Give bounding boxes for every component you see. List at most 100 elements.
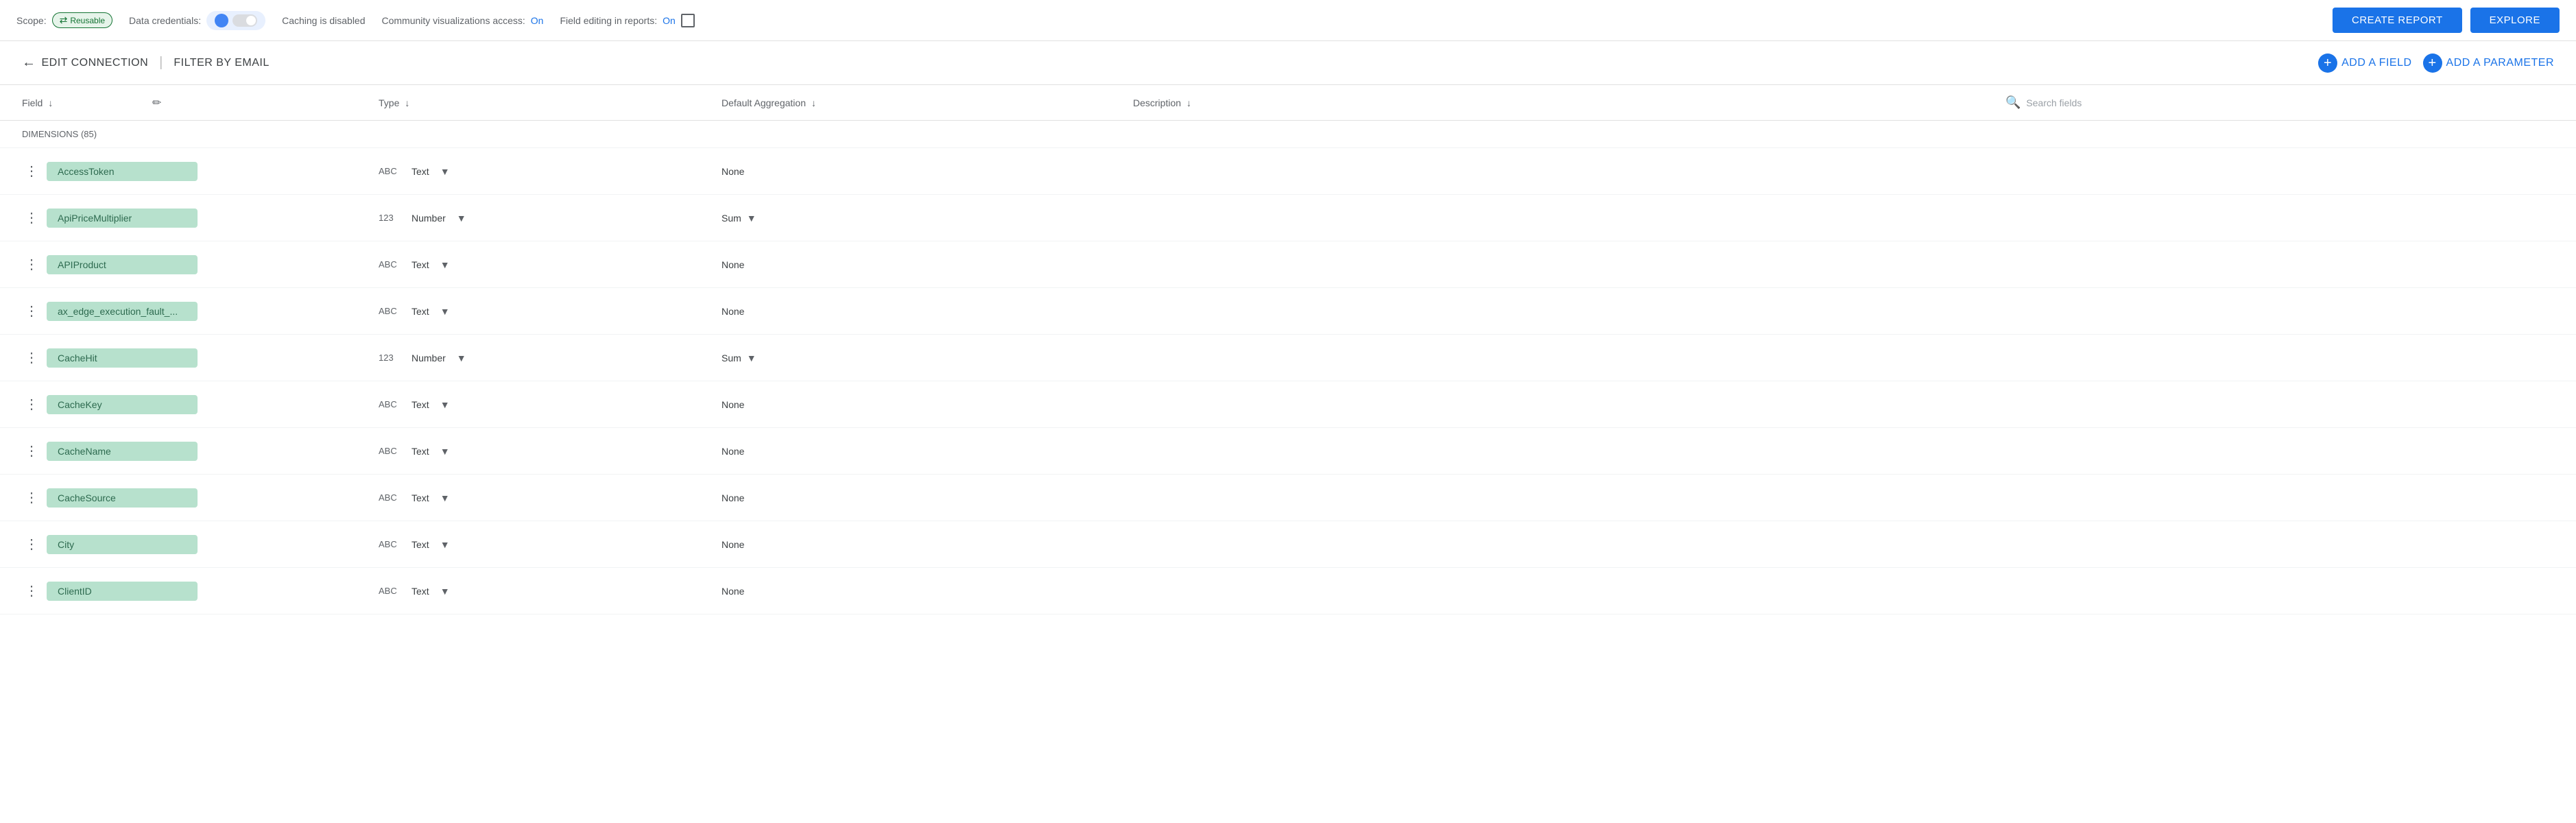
type-cell: ABC Text ▼ (379, 492, 721, 503)
table-header: ✏ Field ↓ Type ↓ Default Aggregation ↓ D… (0, 85, 2576, 121)
sub-header-right: + ADD A FIELD + ADD A PARAMETER (2318, 53, 2554, 73)
type-cell: ABC Text ▼ (379, 166, 721, 177)
explore-button[interactable]: EXPLORE (2470, 8, 2560, 33)
aggregation-sort-icon[interactable]: ↓ (811, 97, 816, 108)
field-chip[interactable]: CacheHit (47, 348, 198, 368)
table-row: ⋮ City ABC Text ▼ None (0, 521, 2576, 568)
search-area: 🔍 Search fields (2005, 95, 2554, 110)
row-menu-icon[interactable]: ⋮ (22, 440, 41, 462)
aggregation-cell: None (721, 586, 1133, 597)
credentials-section: Data credentials: (129, 11, 265, 30)
type-dropdown-icon[interactable]: ▼ (440, 446, 450, 457)
description-sort-icon[interactable]: ↓ (1186, 97, 1191, 108)
row-menu-icon[interactable]: ⋮ (22, 533, 41, 556)
reusable-text: Reusable (70, 16, 105, 25)
row-menu-icon[interactable]: ⋮ (22, 253, 41, 276)
row-menu-icon[interactable]: ⋮ (22, 160, 41, 182)
data-credentials-label: Data credentials: (129, 15, 201, 26)
description-col-label: Description (1133, 97, 1181, 108)
field-chip[interactable]: AccessToken (47, 162, 198, 181)
table-row: ⋮ AccessToken ABC Text ▼ None (0, 148, 2576, 195)
sub-header: ← EDIT CONNECTION | FILTER BY EMAIL + AD… (0, 41, 2576, 85)
type-dropdown-icon[interactable]: ▼ (457, 213, 466, 224)
field-chip[interactable]: APIProduct (47, 255, 198, 274)
type-dropdown-icon[interactable]: ▼ (440, 306, 450, 317)
field-sort-icon[interactable]: ↓ (48, 97, 53, 108)
field-chip[interactable]: ClientID (47, 582, 198, 601)
pencil-icon: ✏ (152, 96, 161, 110)
table-row: ⋮ CacheName ABC Text ▼ None (0, 428, 2576, 475)
row-menu-icon[interactable]: ⋮ (22, 346, 41, 369)
scope-label: Scope: (16, 15, 47, 26)
row-menu-icon[interactable]: ⋮ (22, 206, 41, 229)
reusable-arrow-icon: ⇄ (60, 14, 68, 26)
add-field-label: ADD A FIELD (2341, 57, 2411, 69)
aggregation-dropdown-icon[interactable]: ▼ (747, 213, 756, 224)
aggregation-text: None (721, 586, 744, 597)
toggle-knob (246, 16, 256, 25)
field-column-header: Field ↓ (22, 97, 379, 108)
field-editing-label: Field editing in reports: (560, 15, 657, 26)
community-on-link[interactable]: On (531, 15, 544, 26)
type-dropdown-icon[interactable]: ▼ (440, 259, 450, 270)
type-dropdown-icon[interactable]: ▼ (440, 166, 450, 177)
type-icon: ABC (379, 586, 406, 596)
caching-label: Caching is disabled (282, 15, 365, 26)
edit-connection-btn[interactable]: ← EDIT CONNECTION (22, 55, 148, 71)
field-chip[interactable]: CacheName (47, 442, 198, 461)
field-cell: ⋮ ApiPriceMultiplier (22, 206, 379, 229)
top-bar: Scope: ⇄ Reusable Data credentials: Cach… (0, 0, 2576, 41)
field-editing-on-link[interactable]: On (663, 15, 676, 26)
type-icon: ABC (379, 399, 406, 409)
type-text: Text (412, 259, 429, 270)
field-cell: ⋮ City (22, 533, 379, 556)
type-text: Number (412, 213, 446, 224)
field-chip[interactable]: ApiPriceMultiplier (47, 208, 198, 228)
type-text: Text (412, 586, 429, 597)
credentials-toggle[interactable] (206, 11, 265, 30)
type-icon: 123 (379, 353, 406, 363)
row-menu-icon[interactable]: ⋮ (22, 393, 41, 416)
row-menu-icon[interactable]: ⋮ (22, 486, 41, 509)
type-cell: ABC Text ▼ (379, 399, 721, 410)
type-dropdown-icon[interactable]: ▼ (440, 492, 450, 503)
field-editing-section: Field editing in reports: On (560, 14, 694, 27)
reusable-badge[interactable]: ⇄ Reusable (52, 12, 112, 28)
add-field-button[interactable]: + ADD A FIELD (2318, 53, 2411, 73)
field-chip[interactable]: CacheKey (47, 395, 198, 414)
type-dropdown-icon[interactable]: ▼ (457, 353, 466, 363)
field-cell: ⋮ CacheName (22, 440, 379, 462)
add-parameter-button[interactable]: + ADD A PARAMETER (2423, 53, 2554, 73)
type-icon: ABC (379, 446, 406, 456)
field-cell: ⋮ AccessToken (22, 160, 379, 182)
field-chip[interactable]: City (47, 535, 198, 554)
create-report-button[interactable]: CREATE REPORT (2333, 8, 2462, 33)
description-column-header: Description ↓ (1133, 97, 2005, 108)
row-menu-icon[interactable]: ⋮ (22, 580, 41, 602)
type-dropdown-icon[interactable]: ▼ (440, 586, 450, 597)
aggregation-text: None (721, 539, 744, 550)
field-cell: ⋮ ax_edge_execution_fault_... (22, 300, 379, 322)
field-chip[interactable]: CacheSource (47, 488, 198, 508)
aggregation-cell: Sum ▼ (721, 353, 1133, 363)
type-icon: ABC (379, 306, 406, 316)
type-dropdown-icon[interactable]: ▼ (440, 539, 450, 550)
aggregation-text: Sum (721, 353, 741, 363)
type-icon: ABC (379, 259, 406, 270)
table-row: ⋮ ClientID ABC Text ▼ None (0, 568, 2576, 615)
aggregation-dropdown-icon[interactable]: ▼ (747, 353, 756, 363)
aggregation-text: None (721, 166, 744, 177)
field-chip[interactable]: ax_edge_execution_fault_... (47, 302, 198, 321)
table-row: ⋮ CacheKey ABC Text ▼ None (0, 381, 2576, 428)
search-fields-placeholder[interactable]: Search fields (2026, 97, 2082, 108)
aggregation-text: None (721, 259, 744, 270)
aggregation-text: None (721, 306, 744, 317)
filter-by-email-label[interactable]: FILTER BY EMAIL (174, 57, 269, 69)
type-sort-icon[interactable]: ↓ (405, 97, 409, 108)
edit-connection-label: EDIT CONNECTION (42, 57, 149, 69)
table-row: ⋮ APIProduct ABC Text ▼ None (0, 241, 2576, 288)
type-dropdown-icon[interactable]: ▼ (440, 399, 450, 410)
aggregation-cell: None (721, 259, 1133, 270)
toggle-track[interactable] (232, 14, 257, 27)
row-menu-icon[interactable]: ⋮ (22, 300, 41, 322)
